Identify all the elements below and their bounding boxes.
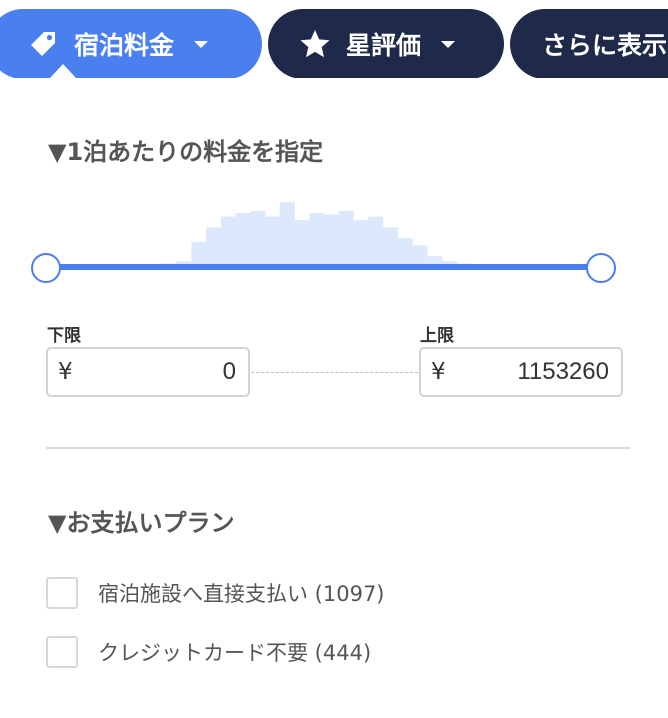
currency-symbol: ¥: [58, 359, 73, 385]
star-icon: [298, 27, 332, 61]
more-filters-label: さらに表示: [542, 31, 668, 60]
price-slider-min-handle[interactable]: [31, 253, 61, 283]
price-filter-label: 宿泊料金: [74, 31, 175, 60]
histogram-bar: [235, 213, 251, 267]
price-filter-tab[interactable]: 宿泊料金: [0, 9, 262, 79]
price-section-title: ▼1泊あたりの料金を指定: [48, 138, 324, 166]
histogram-bar: [279, 202, 295, 267]
filter-tab-bar: 宿泊料金 星評価 さらに表示: [0, 0, 668, 88]
dropdown-pointer: [50, 64, 76, 78]
histogram-bar: [324, 214, 340, 267]
max-price-label: 上限: [420, 326, 454, 346]
histogram-bar: [309, 213, 325, 267]
min-price-label: 下限: [47, 326, 81, 346]
max-price-input[interactable]: ¥ 1153260: [419, 347, 623, 397]
more-filters-tab[interactable]: さらに表示: [510, 9, 668, 79]
range-connector-line: [251, 372, 418, 373]
histogram-bar: [294, 220, 310, 267]
section-divider: [46, 447, 630, 449]
payment-option-pay-at-property[interactable]: 宿泊施設へ直接支払い (1097): [46, 577, 385, 609]
chevron-down-icon: [194, 40, 209, 48]
checkbox[interactable]: [46, 577, 78, 609]
min-price-input[interactable]: ¥ 0: [46, 347, 250, 397]
histogram-bar: [368, 216, 384, 267]
currency-symbol: ¥: [431, 359, 446, 385]
checkbox[interactable]: [46, 636, 78, 668]
price-slider-track[interactable]: [46, 264, 602, 270]
payment-option-no-credit-card[interactable]: クレジットカード不要 (444): [46, 636, 371, 668]
histogram-bar: [353, 220, 369, 267]
price-slider-max-handle[interactable]: [586, 253, 616, 283]
star-rating-filter-label: 星評価: [346, 31, 422, 60]
chevron-down-icon: [441, 40, 456, 48]
price-histogram: [44, 202, 604, 267]
histogram-bar: [382, 227, 398, 267]
star-rating-filter-tab[interactable]: 星評価: [268, 9, 504, 79]
histogram-bar: [250, 210, 266, 267]
histogram-bar: [220, 216, 236, 267]
histogram-bar: [397, 238, 413, 267]
histogram-bar: [338, 210, 354, 267]
price-filter-dropdown-panel: [0, 78, 668, 718]
payment-option-label: クレジットカード不要 (444): [98, 641, 372, 665]
histogram-bar: [206, 227, 222, 267]
histogram-bar: [265, 216, 281, 267]
payment-section-title: ▼お支払いプラン: [48, 509, 235, 537]
price-tag-icon: [26, 27, 60, 61]
max-price-value: 1153260: [517, 358, 609, 385]
payment-option-label: 宿泊施設へ直接支払い (1097): [98, 582, 385, 606]
min-price-value: 0: [222, 358, 236, 385]
